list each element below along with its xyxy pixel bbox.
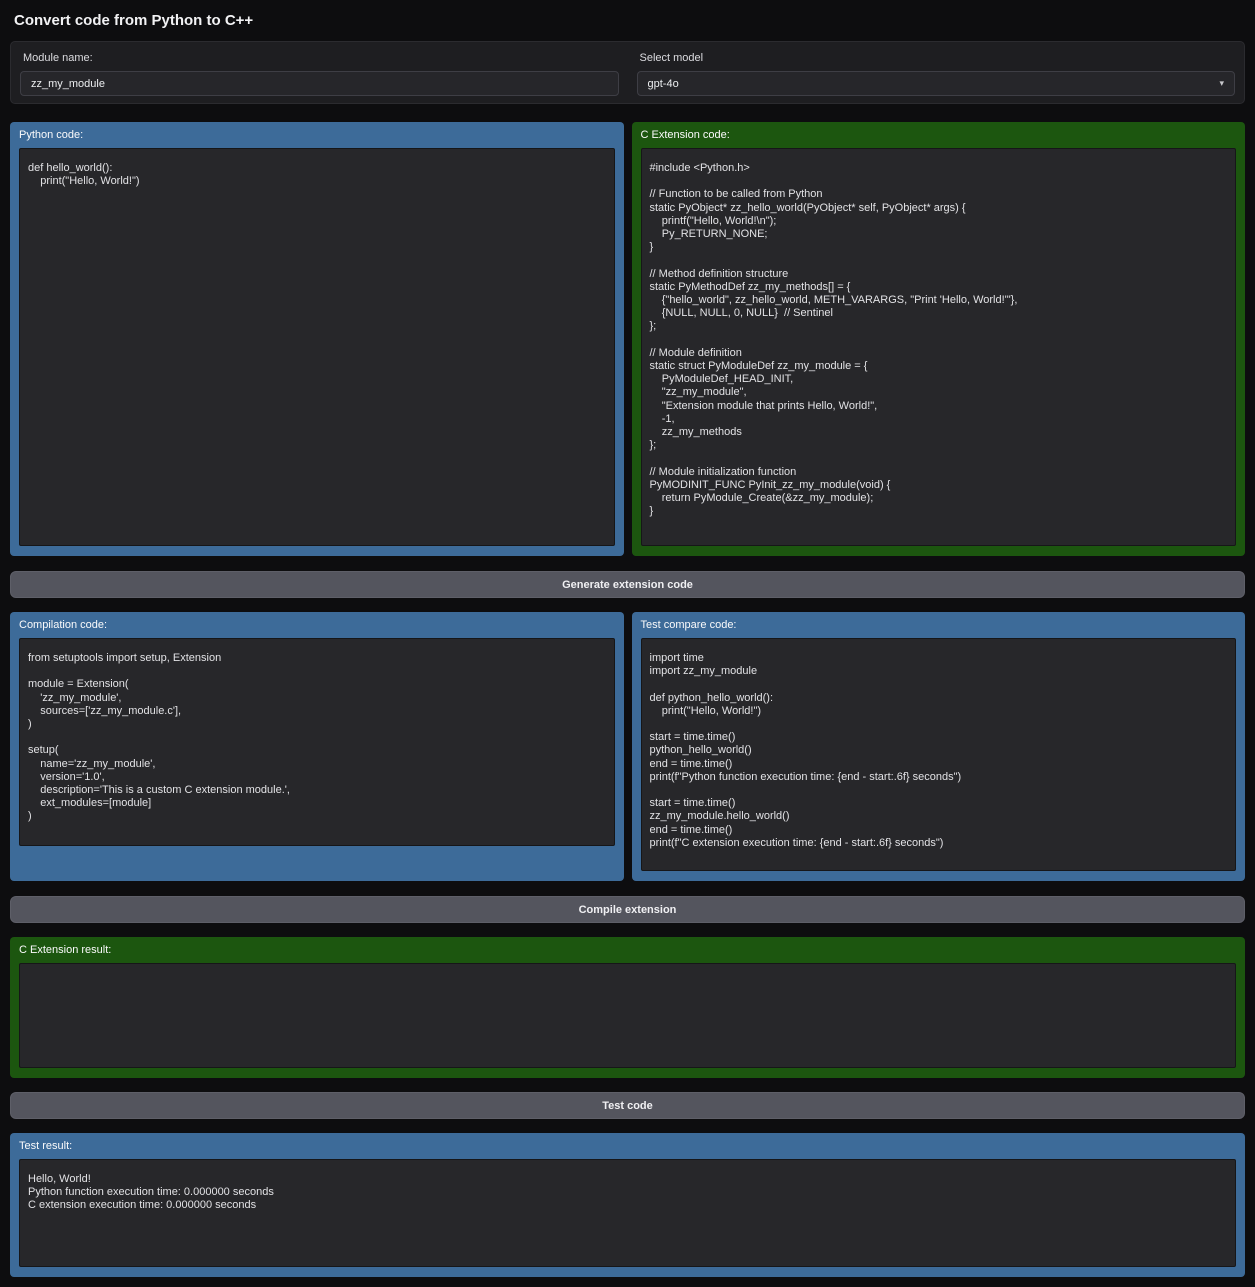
module-name-label: Module name: — [23, 52, 619, 64]
python-code-editor[interactable]: def hello_world(): print("Hello, World!"… — [19, 148, 615, 546]
code-panels-row: Python code: def hello_world(): print("H… — [10, 122, 1245, 556]
test-result-panel: Test result: Hello, World! Python functi… — [10, 1133, 1245, 1277]
model-selected-value: gpt-4o — [648, 78, 679, 90]
settings-row: Module name: zz_my_module Select model g… — [10, 41, 1245, 104]
module-name-field-group: Module name: zz_my_module — [20, 50, 619, 96]
c-extension-code-label: C Extension code: — [641, 129, 1237, 141]
python-code-label: Python code: — [19, 129, 615, 141]
compilation-code-editor[interactable]: from setuptools import setup, Extension … — [19, 638, 615, 846]
c-extension-code-editor[interactable]: #include <Python.h> // Function to be ca… — [641, 148, 1237, 546]
module-name-value: zz_my_module — [31, 78, 105, 90]
c-extension-result-panel: C Extension result: — [10, 937, 1245, 1078]
model-select-label: Select model — [640, 52, 1236, 64]
c-extension-result-output[interactable] — [19, 963, 1236, 1068]
c-extension-result-label: C Extension result: — [19, 944, 1236, 956]
compilation-code-label: Compilation code: — [19, 619, 615, 631]
python-code-panel: Python code: def hello_world(): print("H… — [10, 122, 624, 556]
compile-extension-button[interactable]: Compile extension — [10, 896, 1245, 923]
model-select-dropdown[interactable]: gpt-4o ▾ — [637, 71, 1236, 96]
compilation-code-panel: Compilation code: from setuptools import… — [10, 612, 624, 881]
model-select-group: Select model gpt-4o ▾ — [637, 50, 1236, 96]
generate-extension-code-button[interactable]: Generate extension code — [10, 571, 1245, 598]
chevron-down-icon: ▾ — [1219, 79, 1224, 88]
c-extension-code-panel: C Extension code: #include <Python.h> //… — [632, 122, 1246, 556]
test-result-label: Test result: — [19, 1140, 1236, 1152]
test-compare-code-panel: Test compare code: import time import zz… — [632, 612, 1246, 881]
test-compare-code-editor[interactable]: import time import zz_my_module def pyth… — [641, 638, 1237, 871]
module-name-input[interactable]: zz_my_module — [20, 71, 619, 96]
test-code-button[interactable]: Test code — [10, 1092, 1245, 1119]
test-compare-code-label: Test compare code: — [641, 619, 1237, 631]
compile-panels-row: Compilation code: from setuptools import… — [10, 612, 1245, 881]
page-title: Convert code from Python to C++ — [14, 12, 1245, 29]
test-result-output[interactable]: Hello, World! Python function execution … — [19, 1159, 1236, 1267]
